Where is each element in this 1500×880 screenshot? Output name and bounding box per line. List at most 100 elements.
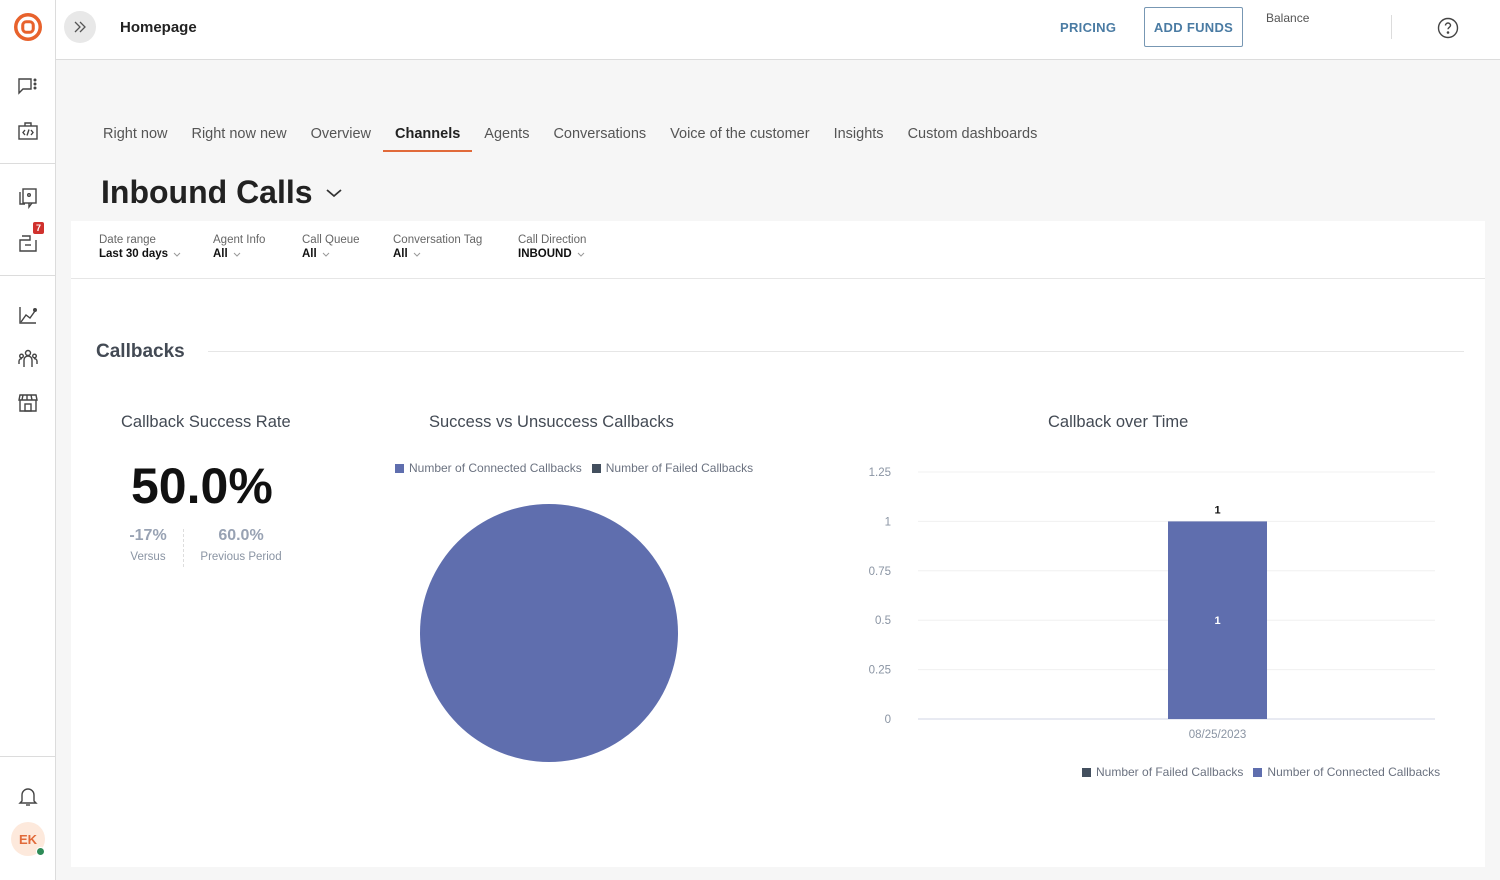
y-tick-label: 1 (885, 516, 891, 528)
legend-item[interactable]: Number of Failed Callbacks (591, 461, 754, 475)
people-icon[interactable] (14, 345, 42, 373)
chevron-down-icon (233, 252, 241, 257)
kpi-versus: -17% Versus (125, 527, 171, 563)
user-avatar[interactable]: EK (11, 822, 45, 856)
pie-slice[interactable] (420, 504, 678, 762)
tab-conversations[interactable]: Conversations (541, 118, 658, 152)
kpi-previous: 60.0% Previous Period (195, 527, 287, 563)
legend-label: Number of Failed Callbacks (605, 461, 754, 475)
chat-icon[interactable] (14, 73, 42, 101)
notification-badge: 7 (33, 222, 44, 234)
bell-icon[interactable] (14, 782, 42, 810)
legend-label: Number of Connected Callbacks (409, 461, 582, 475)
versus-label: Versus (130, 551, 166, 563)
chevron-down-icon (413, 252, 421, 257)
topbar-divider (1391, 15, 1392, 39)
bar-chart: 0 0.25 0.5 0.75 1 1.25 1 1 08/25/2023 (869, 467, 1435, 741)
code-briefcase-icon[interactable] (14, 117, 42, 145)
expand-sidebar-button[interactable] (64, 11, 96, 43)
chevron-down-icon (577, 252, 585, 257)
legend-item[interactable]: Number of Connected Callbacks (1253, 765, 1440, 779)
y-tick-label: 1.25 (869, 467, 891, 479)
tab-right-now-new[interactable]: Right now new (179, 118, 298, 152)
chart-line-icon[interactable] (14, 301, 42, 329)
x-tick-label: 08/25/2023 (1189, 729, 1247, 741)
tab-voice-of-the-customer[interactable]: Voice of the customer (658, 118, 821, 152)
tab-right-now[interactable]: Right now (91, 118, 179, 152)
presence-status-dot (36, 847, 45, 856)
y-tick-label: 0.25 (869, 665, 891, 677)
storefront-icon[interactable] (14, 389, 42, 417)
filter-conversation-tag[interactable]: Conversation Tag All (393, 234, 482, 260)
dashboard-tabs: Right now Right now new Overview Channels Ag… (91, 118, 1049, 152)
pie-chart-title: Success vs Unsuccess Callbacks (429, 413, 674, 431)
filter-call-queue[interactable]: Call Queue All (302, 234, 360, 260)
sidebar-divider (0, 275, 55, 276)
brand-logo-icon[interactable] (14, 13, 42, 41)
section-divider (208, 351, 1464, 352)
help-icon[interactable] (1437, 17, 1459, 39)
tab-channels[interactable]: Channels (383, 118, 473, 152)
filter-label: Conversation Tag (393, 234, 483, 246)
legend-label: Number of Connected Callbacks (1267, 765, 1441, 779)
legend-swatch (1253, 767, 1263, 777)
double-chevron-right-icon (74, 21, 86, 33)
filter-agent-info[interactable]: Agent Info All (213, 234, 265, 260)
sidebar-divider (0, 756, 55, 757)
bar-chart-title: Callback over Time (1048, 413, 1189, 431)
page-name: Homepage (120, 19, 197, 36)
previous-label: Previous Period (200, 551, 282, 563)
bar-legend: Number of Failed Callbacks Number of Conn… (1082, 765, 1440, 779)
top-bar: Homepage PRICING ADD FUNDS Balance (56, 0, 1500, 60)
balance-label: Balance (1266, 11, 1310, 25)
tab-overview[interactable]: Overview (299, 118, 383, 152)
y-tick-label: 0 (885, 714, 891, 726)
previous-value: 60.0% (218, 527, 264, 544)
y-tick-label: 0.5 (875, 615, 891, 627)
filter-call-direction[interactable]: Call Direction INBOUND (518, 234, 586, 260)
avatar-initials: EK (18, 831, 38, 847)
pricing-link[interactable]: PRICING (1060, 20, 1116, 35)
filter-value: All (213, 248, 228, 260)
dashboard-content: Callbacks Callback Success Rate 50.0% -1… (71, 279, 1485, 867)
dashboard-selector[interactable]: Inbound Calls (101, 174, 343, 211)
pie-chart (420, 504, 678, 762)
filter-value: INBOUND (518, 248, 572, 260)
filter-label: Call Queue (302, 234, 360, 246)
legend-swatch (395, 463, 404, 473)
legend-swatch (1082, 767, 1091, 777)
copy-search-icon[interactable] (14, 184, 42, 212)
filter-value: All (393, 248, 408, 260)
dashboard-title: Inbound Calls (101, 174, 313, 210)
pie-legend: Number of Connected Callbacks Number of F… (395, 461, 753, 475)
chevron-down-icon (173, 252, 181, 257)
kpi-separator (183, 529, 184, 567)
legend-label: Number of Failed Callbacks (1096, 765, 1244, 779)
sidebar-divider (0, 163, 55, 164)
chevron-down-icon (322, 252, 330, 257)
chevron-down-icon (325, 188, 342, 197)
tab-custom-dashboards[interactable]: Custom dashboards (896, 118, 1050, 152)
sidebar: 7 EK (0, 0, 56, 880)
filter-date-range[interactable]: Date range Last 30 days (99, 234, 181, 260)
kpi-title: Callback Success Rate (121, 413, 291, 431)
legend-swatch (591, 463, 601, 473)
filter-label: Agent Info (213, 234, 266, 246)
section-title: Callbacks (96, 341, 185, 362)
filter-label: Date range (99, 234, 156, 246)
tab-insights[interactable]: Insights (822, 118, 896, 152)
legend-item[interactable]: Number of Connected Callbacks (395, 461, 582, 475)
inbox-icon[interactable]: 7 (14, 222, 44, 256)
filter-bar: Date range Last 30 days Agent Info All C… (71, 221, 1485, 279)
bar-segment-label: 1 (1214, 615, 1220, 627)
versus-value: -17% (129, 527, 167, 544)
filter-label: Call Direction (518, 234, 587, 246)
y-tick-label: 0.75 (869, 566, 891, 578)
tab-agents[interactable]: Agents (472, 118, 541, 152)
legend-item[interactable]: Number of Failed Callbacks (1082, 765, 1243, 779)
filter-value: All (302, 248, 317, 260)
kpi-value: 50.0% (131, 458, 273, 514)
bar-total-label: 1 (1214, 504, 1220, 516)
add-funds-button[interactable]: ADD FUNDS (1144, 7, 1243, 47)
filter-value: Last 30 days (99, 248, 169, 260)
